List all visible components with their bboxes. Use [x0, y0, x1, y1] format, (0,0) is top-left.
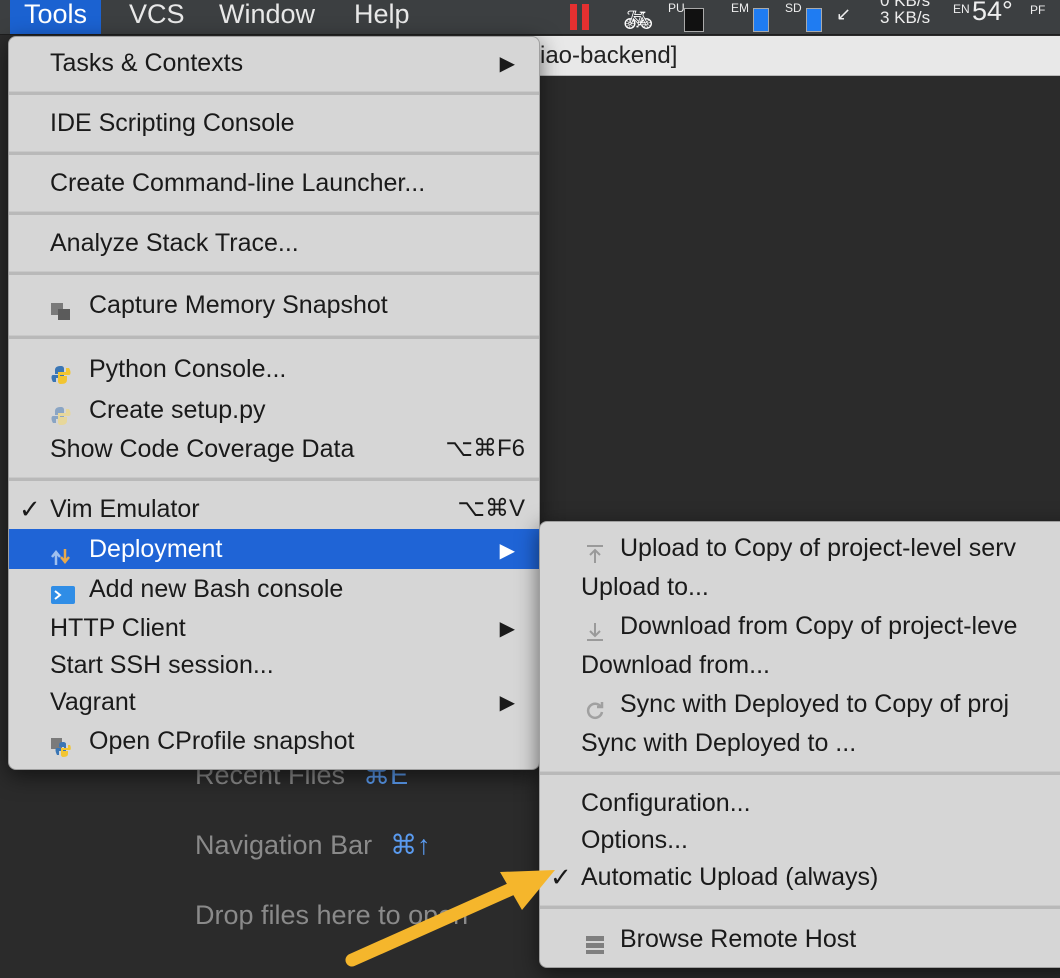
separator: [540, 771, 1060, 775]
server-icon: [585, 929, 605, 954]
upload-icon: [585, 538, 605, 563]
annotation-arrow-icon: [345, 870, 555, 967]
menu-item-analyze-stack-trace[interactable]: Analyze Stack Trace...: [9, 225, 539, 261]
net-up-text: 3 KB/s: [880, 8, 931, 27]
menu-item-shortcut: ⌥⌘F6: [445, 435, 525, 462]
menu-item-label: Download from Copy of project-leve: [620, 612, 1018, 640]
separator: [9, 211, 539, 215]
window-title-bar: iao-backend]: [530, 36, 1060, 76]
menu-item-label: Python Console...: [89, 355, 287, 383]
menu-item-upload-to[interactable]: Upload to...: [540, 569, 1060, 605]
menu-item-vim-emulator[interactable]: ✓ Vim Emulator ⌥⌘V: [9, 491, 539, 527]
menu-item-shortcut: ⌥⌘V: [457, 495, 525, 522]
setup-py-icon: [51, 400, 71, 425]
network-speed: 0 KB/s 3 KB/s: [880, 0, 930, 26]
separator: [9, 477, 539, 481]
bash-console-icon: [51, 579, 75, 604]
separator: [9, 271, 539, 275]
menu-item-label: Sync with Deployed to Copy of proj: [620, 690, 1010, 718]
network-arrows-icon: ↙: [836, 4, 852, 24]
menu-item-add-bash-console[interactable]: Add new Bash console: [9, 571, 539, 607]
menu-window[interactable]: Window: [205, 0, 329, 34]
menu-item-label: Create Command-line Launcher...: [50, 169, 426, 197]
menu-item-label: Analyze Stack Trace...: [50, 229, 299, 257]
submenu-arrow-icon: ▶: [499, 53, 515, 75]
menu-item-label: Deployment: [89, 535, 223, 563]
menu-item-label: Vim Emulator: [50, 495, 200, 523]
menu-item-upload-to-copy[interactable]: Upload to Copy of project-level serv: [540, 530, 1060, 566]
submenu-arrow-icon: ▶: [499, 618, 515, 640]
submenu-arrow-icon: ▶: [499, 540, 515, 562]
macos-menu-bar: Tools VCS Window Help 🚲︎ PU EM SD ↙ 0 KB…: [0, 0, 1060, 35]
mem-meter-icon: [753, 8, 769, 32]
python-icon: [51, 359, 71, 384]
checkmark-icon: ✓: [19, 494, 41, 524]
menu-item-deployment[interactable]: Deployment ▶: [9, 529, 539, 569]
menu-item-label: Sync with Deployed to ...: [581, 729, 857, 757]
menu-item-create-launcher[interactable]: Create Command-line Launcher...: [9, 165, 539, 201]
memory-snapshot-icon: [51, 295, 71, 320]
menu-item-create-setup-py[interactable]: Create setup.py: [9, 392, 539, 428]
menu-item-configuration[interactable]: Configuration...: [540, 785, 1060, 821]
separator: [540, 905, 1060, 909]
cprofile-icon: [51, 731, 71, 757]
menu-item-label: Add new Bash console: [89, 575, 344, 603]
menu-item-open-cprofile[interactable]: Open CProfile snapshot: [9, 723, 539, 759]
submenu-arrow-icon: ▶: [499, 692, 515, 714]
menu-item-vagrant[interactable]: Vagrant ▶: [9, 684, 539, 720]
deployment-icon: [51, 539, 71, 565]
menu-item-start-ssh-session[interactable]: Start SSH session...: [9, 647, 539, 683]
menu-item-options[interactable]: Options...: [540, 822, 1060, 858]
menu-item-download-from[interactable]: Download from...: [540, 647, 1060, 683]
menu-item-ide-scripting-console[interactable]: IDE Scripting Console: [9, 105, 539, 141]
menu-item-http-client[interactable]: HTTP Client ▶: [9, 610, 539, 646]
mem-label: EM: [731, 1, 749, 15]
menu-item-browse-remote-host[interactable]: Browse Remote Host: [540, 921, 1060, 957]
ssd-meter-icon: [806, 8, 822, 32]
menu-item-tasks-contexts[interactable]: Tasks & Contexts ▶: [9, 45, 539, 81]
menu-item-label: Browse Remote Host: [620, 925, 857, 953]
menu-item-label: IDE Scripting Console: [50, 109, 295, 137]
menu-item-label: Configuration...: [581, 789, 751, 817]
menu-item-python-console[interactable]: Python Console...: [9, 351, 539, 387]
temperature-text: 54°: [972, 0, 1013, 26]
menu-item-automatic-upload[interactable]: ✓ Automatic Upload (always): [540, 859, 1060, 895]
menu-item-label: Download from...: [581, 651, 770, 679]
menu-item-label: Automatic Upload (always): [581, 863, 879, 891]
deployment-submenu: Upload to Copy of project-level serv Upl…: [539, 521, 1060, 968]
cpu-meter-icon: [684, 8, 704, 32]
menu-item-label: HTTP Client: [50, 614, 186, 642]
sync-icon: [585, 694, 605, 719]
menu-tools[interactable]: Tools: [10, 0, 102, 34]
menu-item-label: Open CProfile snapshot: [89, 727, 355, 755]
separator: [9, 151, 539, 155]
menu-item-sync-with-copy[interactable]: Sync with Deployed to Copy of proj: [540, 686, 1060, 722]
menu-vcs[interactable]: VCS: [115, 0, 199, 34]
en-label: EN: [953, 2, 970, 16]
separator: [9, 91, 539, 95]
menu-item-download-from-copy[interactable]: Download from Copy of project-leve: [540, 608, 1060, 644]
bike-icon: 🚲︎: [623, 7, 654, 34]
menu-item-label: Upload to Copy of project-level serv: [620, 534, 1017, 562]
menu-item-label: Options...: [581, 826, 688, 854]
menu-item-label: Tasks & Contexts: [50, 49, 244, 77]
menu-item-capture-memory-snapshot[interactable]: Capture Memory Snapshot: [9, 287, 539, 323]
menu-item-label: Upload to...: [581, 573, 709, 601]
menu-item-label: Show Code Coverage Data: [50, 435, 355, 463]
menu-item-sync-with[interactable]: Sync with Deployed to ...: [540, 725, 1060, 761]
download-icon: [585, 616, 605, 641]
separator: [9, 335, 539, 339]
cpu-label: PU: [668, 1, 685, 15]
menu-item-label: Start SSH session...: [50, 651, 274, 679]
pf-label: PF: [1030, 3, 1046, 17]
menu-help[interactable]: Help: [340, 0, 424, 34]
ssd-label: SD: [785, 1, 802, 15]
menu-item-label: Create setup.py: [89, 396, 266, 424]
menu-item-label: Capture Memory Snapshot: [89, 291, 388, 319]
tools-menu: Tasks & Contexts ▶ IDE Scripting Console…: [8, 36, 540, 770]
menu-item-label: Vagrant: [50, 688, 136, 716]
menu-item-show-code-coverage[interactable]: Show Code Coverage Data ⌥⌘F6: [9, 431, 539, 467]
